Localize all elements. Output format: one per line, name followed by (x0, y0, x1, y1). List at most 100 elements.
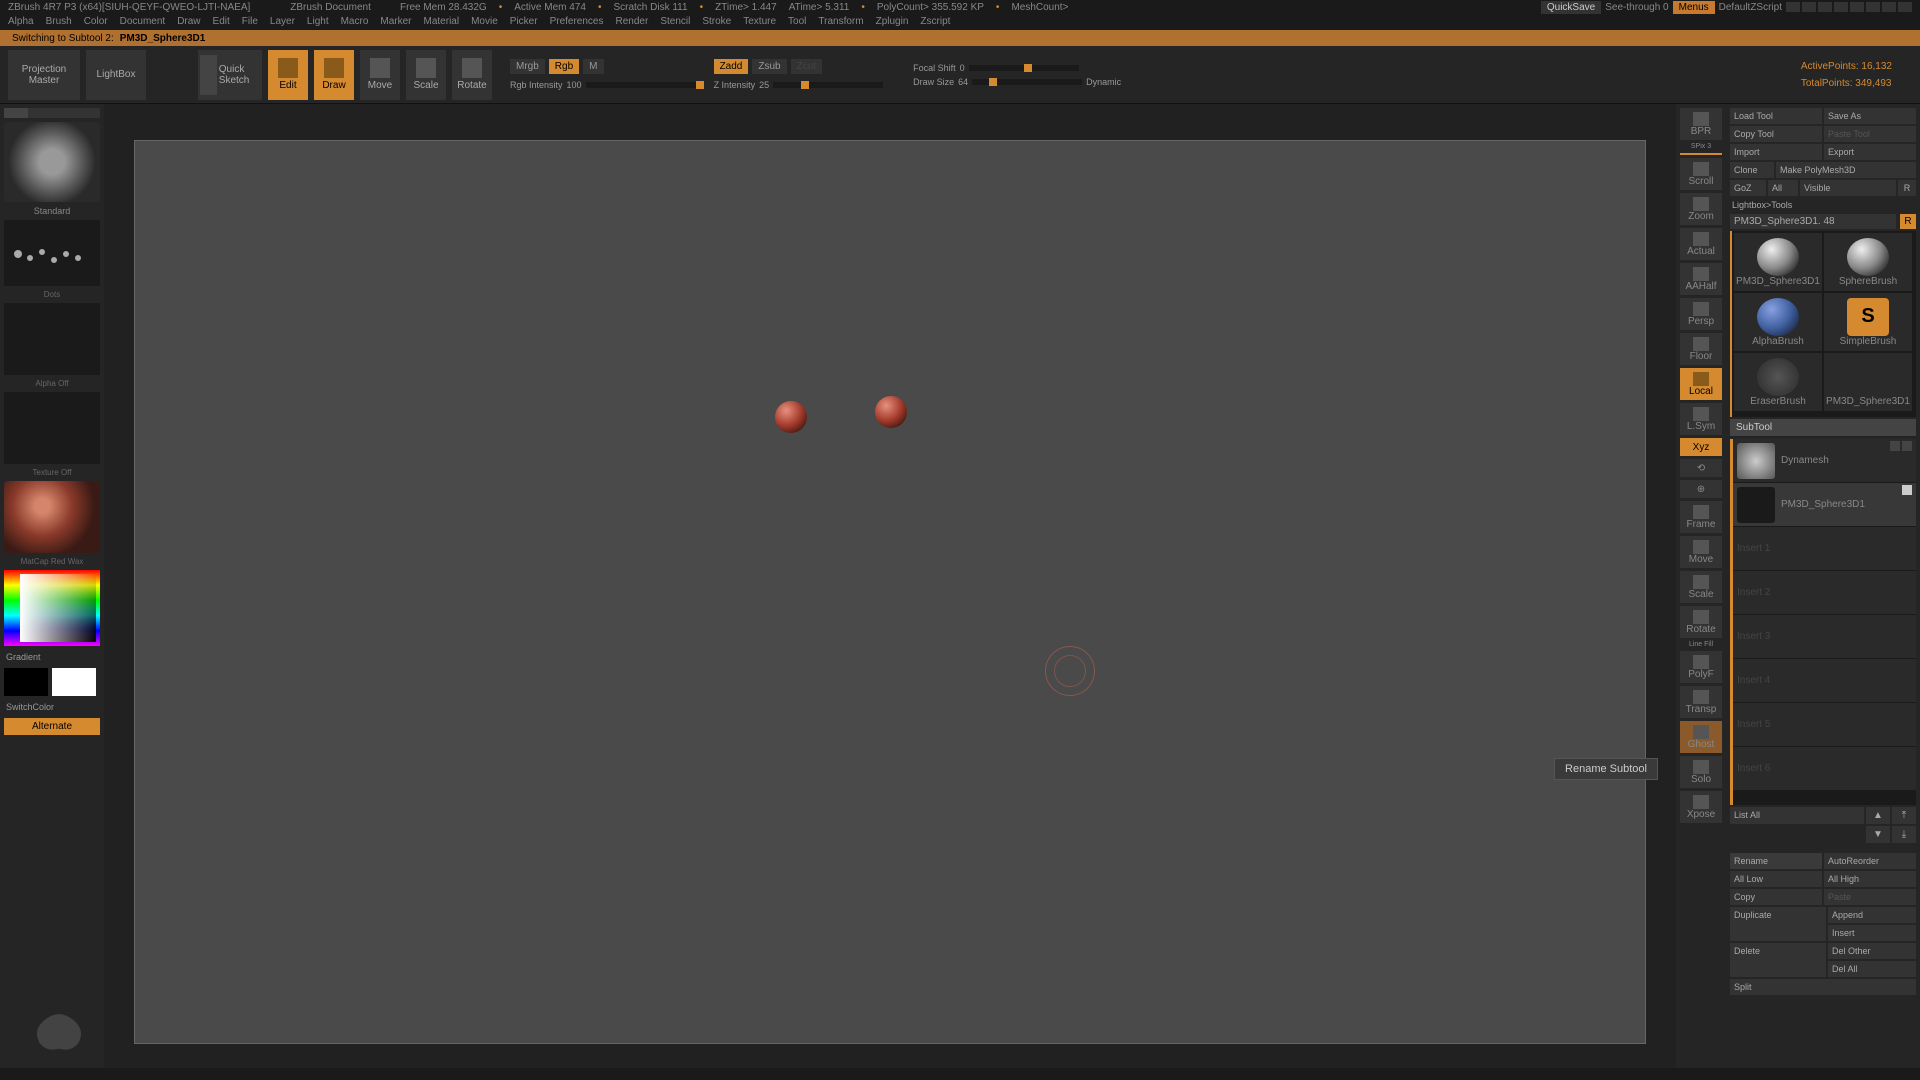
scroll-button[interactable]: Scroll (1680, 158, 1722, 190)
icon-4[interactable] (1834, 2, 1848, 12)
alpha-preview[interactable] (4, 303, 100, 375)
dynamic-label[interactable]: Dynamic (1086, 77, 1121, 87)
z-intensity-slider[interactable] (773, 82, 883, 88)
nav-rotate-button[interactable]: Rotate (1680, 606, 1722, 638)
sidebar-tabs[interactable] (4, 108, 100, 118)
drawsize-slider[interactable] (972, 79, 1082, 85)
tool-r-button[interactable]: R (1900, 214, 1916, 229)
menu-light[interactable]: Light (307, 16, 329, 28)
edit-button[interactable]: Edit (268, 50, 308, 100)
frame-button[interactable]: Frame (1680, 501, 1722, 533)
load-tool-button[interactable]: Load Tool (1730, 108, 1822, 124)
subtool-item-1[interactable]: PM3D_Sphere3D1 (1733, 483, 1916, 527)
m-button[interactable]: M (583, 59, 603, 74)
menu-draw[interactable]: Draw (177, 16, 200, 28)
canvas[interactable] (134, 140, 1646, 1044)
menu-layer[interactable]: Layer (270, 16, 295, 28)
subtool-empty-5[interactable]: Insert 6 (1733, 747, 1916, 791)
append-button[interactable]: Append (1828, 907, 1916, 923)
goz-button[interactable]: GoZ (1730, 180, 1766, 196)
rotate-button[interactable]: Rotate (452, 50, 492, 100)
make-polymesh-button[interactable]: Make PolyMesh3D (1776, 162, 1916, 178)
projection-master-button[interactable]: Projection Master (8, 50, 80, 100)
all-high-button[interactable]: All High (1824, 871, 1916, 887)
switchcolor-button[interactable]: SwitchColor (4, 700, 100, 714)
xyz-button[interactable]: Xyz (1680, 438, 1722, 456)
menu-macro[interactable]: Macro (341, 16, 369, 28)
goz-r-button[interactable]: R (1898, 180, 1916, 196)
tool-item-1[interactable]: SphereBrush (1824, 233, 1912, 291)
eye-icon[interactable] (1890, 441, 1900, 451)
del-other-button[interactable]: Del Other (1828, 943, 1916, 959)
insert-button[interactable]: Insert (1828, 925, 1916, 941)
mrgb-button[interactable]: Mrgb (510, 59, 545, 74)
import-button[interactable]: Import (1730, 144, 1822, 160)
copy-tool-button[interactable]: Copy Tool (1730, 126, 1822, 142)
save-as-button[interactable]: Save As (1824, 108, 1916, 124)
default-script[interactable]: DefaultZScript (1719, 2, 1782, 13)
material-preview[interactable] (4, 481, 100, 553)
menu-edit[interactable]: Edit (213, 16, 230, 28)
subtool-empty-0[interactable]: Insert 1 (1733, 527, 1916, 571)
zsub-button[interactable]: Zsub (752, 59, 786, 74)
split-button[interactable]: Split (1730, 979, 1916, 995)
gradient-label[interactable]: Gradient (4, 650, 100, 664)
xpose-button[interactable]: Xpose (1680, 791, 1722, 823)
menu-transform[interactable]: Transform (818, 16, 863, 28)
nav-scale-button[interactable]: Scale (1680, 571, 1722, 603)
menu-preferences[interactable]: Preferences (550, 16, 604, 28)
nav-move-button[interactable]: Move (1680, 536, 1722, 568)
tool-item-3[interactable]: SSimpleBrush (1824, 293, 1912, 351)
paste-tool-button[interactable]: Paste Tool (1824, 126, 1916, 142)
menu-brush[interactable]: Brush (46, 16, 72, 28)
zoom-button[interactable]: Zoom (1680, 193, 1722, 225)
eye-icon[interactable] (1902, 485, 1912, 495)
quicksave-button[interactable]: QuickSave (1541, 1, 1601, 14)
rename-button[interactable]: Rename (1730, 853, 1822, 869)
move-up-button[interactable]: ▲ (1866, 807, 1890, 824)
del-all-button[interactable]: Del All (1828, 961, 1916, 977)
tool-item-0[interactable]: PM3D_Sphere3D1 (1734, 233, 1822, 291)
floor-button[interactable]: Floor (1680, 333, 1722, 365)
minimize-icon[interactable] (1866, 2, 1880, 12)
menu-stroke[interactable]: Stroke (702, 16, 731, 28)
menu-stencil[interactable]: Stencil (660, 16, 690, 28)
transp-button[interactable]: Transp (1680, 686, 1722, 718)
icon-1[interactable] (1786, 2, 1800, 12)
local-button[interactable]: Local (1680, 368, 1722, 400)
menu-alpha[interactable]: Alpha (8, 16, 34, 28)
bpr-button[interactable]: BPR (1680, 108, 1722, 140)
goz-all-button[interactable]: All (1768, 180, 1798, 196)
subtool-empty-3[interactable]: Insert 4 (1733, 659, 1916, 703)
icon-2[interactable] (1802, 2, 1816, 12)
move-top-button[interactable]: ⤒ (1892, 807, 1916, 824)
delete-button[interactable]: Delete (1730, 943, 1826, 977)
clone-button[interactable]: Clone (1730, 162, 1774, 178)
menu-movie[interactable]: Movie (471, 16, 498, 28)
lightbox-button[interactable]: LightBox (86, 50, 146, 100)
all-low-button[interactable]: All Low (1730, 871, 1822, 887)
subtool-empty-4[interactable]: Insert 5 (1733, 703, 1916, 747)
ghost-button[interactable]: Ghost (1680, 721, 1722, 753)
rot-z-button[interactable]: ⊕ (1680, 480, 1722, 498)
close-icon[interactable] (1898, 2, 1912, 12)
tool-item-4[interactable]: EraserBrush (1734, 353, 1822, 411)
brush-icon[interactable] (1902, 441, 1912, 451)
lightbox-tools-label[interactable]: Lightbox>Tools (1730, 198, 1916, 212)
spix-label[interactable]: SPix 3 (1680, 143, 1722, 150)
tool-item-2[interactable]: AlphaBrush (1734, 293, 1822, 351)
seethrough-slider[interactable]: See-through 0 (1605, 2, 1668, 13)
actual-button[interactable]: Actual (1680, 228, 1722, 260)
draw-button[interactable]: Draw (314, 50, 354, 100)
subtool-empty-2[interactable]: Insert 3 (1733, 615, 1916, 659)
focal-slider[interactable] (969, 65, 1079, 71)
list-all-button[interactable]: List All (1730, 807, 1864, 824)
rgb-button[interactable]: Rgb (549, 59, 579, 74)
alternate-button[interactable]: Alternate (4, 718, 100, 735)
zadd-button[interactable]: Zadd (714, 59, 749, 74)
menu-zscript[interactable]: Zscript (920, 16, 950, 28)
copy-button[interactable]: Copy (1730, 889, 1822, 905)
goz-visible-button[interactable]: Visible (1800, 180, 1896, 196)
menu-zplugin[interactable]: Zplugin (876, 16, 909, 28)
polyf-button[interactable]: PolyF (1680, 651, 1722, 683)
